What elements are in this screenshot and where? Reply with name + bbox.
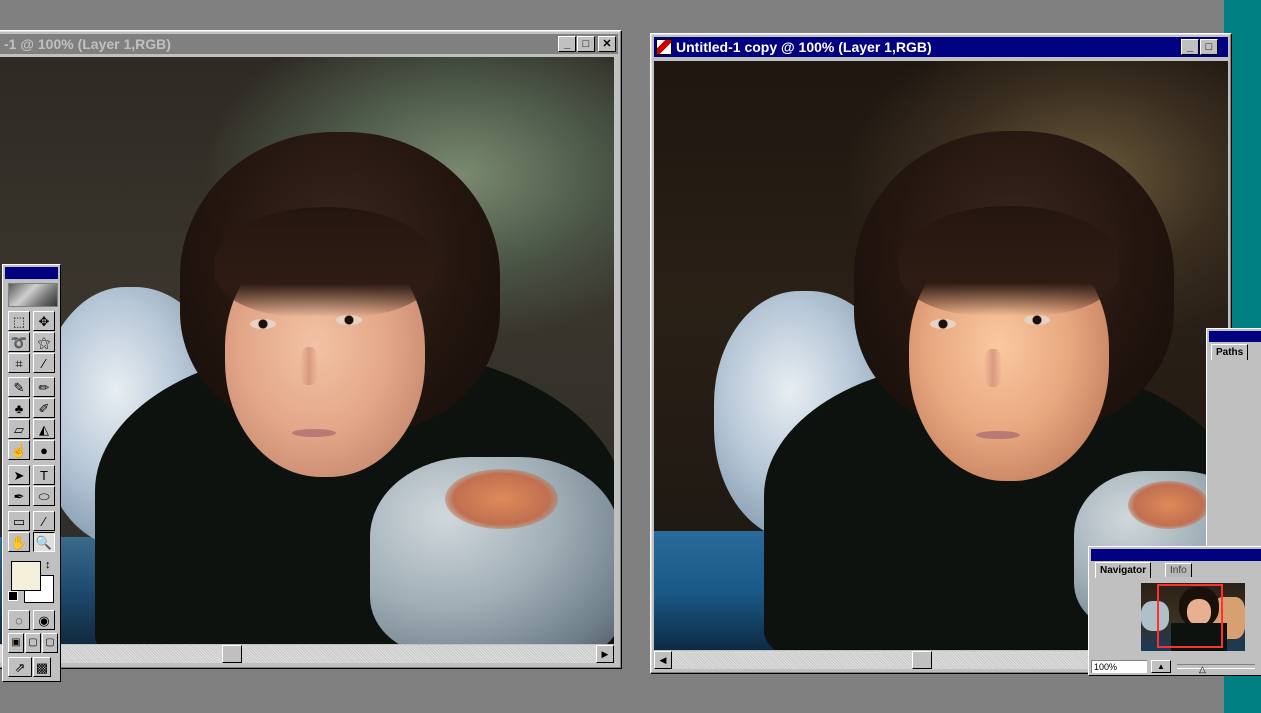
default-colors-icon[interactable] — [8, 591, 18, 601]
color-sampler-tool-icon[interactable]: ⁄ — [33, 511, 55, 531]
minimize-button[interactable]: _ — [558, 36, 576, 52]
screen-mode-menu-icon[interactable]: ▢ — [25, 633, 41, 653]
scroll-right-arrow-icon[interactable]: ▶ — [596, 645, 614, 663]
paint-bucket-tool-icon[interactable]: ◭ — [33, 419, 55, 439]
window-title: -1 @ 100% (Layer 1,RGB) — [4, 36, 171, 52]
crop-tool-icon[interactable]: ⌗ — [8, 353, 30, 373]
paths-panel: Paths — [1206, 328, 1261, 550]
rubber-stamp-tool-icon[interactable]: ♣ — [8, 398, 30, 418]
image-canvas[interactable] — [0, 57, 614, 644]
navigator-panel: Navigator Info 100% ▲ △ — [1088, 546, 1261, 676]
maximize-button[interactable]: □ — [577, 36, 595, 52]
pen-tool-icon[interactable]: ✒ — [8, 486, 30, 506]
close-button[interactable]: ✕ — [598, 36, 616, 52]
document-window-original: -1 @ 100% (Layer 1,RGB) _ □ ✕ ▶ — [0, 30, 622, 669]
tab-paths[interactable]: Paths — [1211, 344, 1249, 360]
hand-tool-icon[interactable]: ✋ — [8, 532, 30, 552]
color-swatches: ↕ — [8, 559, 58, 603]
toolbox-palette: ↕ ⬚ ✥ ➰ ⚝ ⌗ ⁄ ✎ ✏ ♣ ✐ ▱ ◭ ☝ ● ➤ T ✒ ⬭ ▭ ⁄ ✋ 🔍 ◌ ◉ ▣ ▢ ▢ ⇗ ▩ — [2, 264, 61, 682]
navigator-view-box[interactable] — [1157, 584, 1223, 648]
foreground-color-swatch[interactable] — [11, 561, 41, 591]
path-select-tool-icon[interactable]: ➤ — [8, 465, 30, 485]
zoom-percent-field[interactable]: 100% — [1091, 660, 1147, 673]
type-tool-icon[interactable]: T — [33, 465, 55, 485]
minimize-button[interactable]: _ — [1181, 39, 1199, 55]
window-title: Untitled-1 copy @ 100% (Layer 1,RGB) — [676, 39, 932, 55]
desktop-top — [0, 0, 1224, 30]
zoom-slider[interactable] — [1177, 664, 1255, 669]
quick-mask-mode-icon[interactable]: ◉ — [33, 610, 55, 630]
jump-to-imageready-icon[interactable]: ⇗ — [8, 657, 32, 677]
tab-info[interactable]: Info — [1165, 563, 1192, 577]
navigator-thumbnail[interactable] — [1141, 583, 1245, 651]
notes-tool-icon[interactable]: ▭ — [8, 511, 30, 531]
screen-mode-full-icon[interactable]: ▢ — [42, 633, 58, 653]
dodge-tool-icon[interactable]: ● — [33, 440, 55, 460]
toolbox-titlebar[interactable] — [5, 267, 58, 279]
screen-mode-standard-icon[interactable]: ▣ — [8, 633, 24, 653]
eraser-tool-icon[interactable]: ▱ — [8, 419, 30, 439]
maximize-button[interactable]: □ — [1200, 39, 1218, 55]
paths-panel-titlebar[interactable] — [1209, 331, 1261, 342]
smudge-tool-icon[interactable]: ☝ — [8, 440, 30, 460]
window-titlebar[interactable]: Untitled-1 copy @ 100% (Layer 1,RGB) _ □ — [654, 37, 1228, 57]
jump-alt-icon[interactable]: ▩ — [33, 657, 51, 677]
swap-colors-icon[interactable]: ↕ — [45, 559, 51, 571]
ellipse-tool-icon[interactable]: ⬭ — [33, 486, 55, 506]
navigator-panel-titlebar[interactable] — [1091, 549, 1261, 561]
zoom-slider-handle[interactable]: △ — [1199, 665, 1206, 674]
airbrush-tool-icon[interactable]: ✎ — [8, 377, 30, 397]
history-brush-tool-icon[interactable]: ✐ — [33, 398, 55, 418]
photoshop-logo[interactable] — [8, 283, 58, 307]
scroll-thumb[interactable] — [912, 651, 932, 669]
eyedropper-tool-icon[interactable]: ⁄ — [33, 353, 55, 373]
zoom-tool-icon[interactable]: 🔍 — [33, 532, 55, 552]
lasso-tool-icon[interactable]: ➰ — [8, 332, 30, 352]
tab-navigator[interactable]: Navigator — [1095, 562, 1152, 578]
marquee-tool-icon[interactable]: ⬚ — [8, 311, 30, 331]
zoom-out-icon[interactable]: ▲ — [1151, 660, 1171, 673]
horizontal-scrollbar[interactable]: ▶ — [0, 645, 614, 663]
photoshop-doc-icon — [656, 39, 672, 55]
pencil-tool-icon[interactable]: ✏ — [33, 377, 55, 397]
magic-wand-tool-icon[interactable]: ⚝ — [33, 332, 55, 352]
window-titlebar[interactable]: -1 @ 100% (Layer 1,RGB) _ □ ✕ — [0, 34, 618, 54]
move-tool-icon[interactable]: ✥ — [33, 311, 55, 331]
standard-mode-icon[interactable]: ◌ — [8, 610, 30, 630]
portrait-photo — [0, 57, 614, 644]
scroll-thumb[interactable] — [222, 645, 242, 663]
scroll-left-arrow-icon[interactable]: ◀ — [654, 651, 672, 669]
